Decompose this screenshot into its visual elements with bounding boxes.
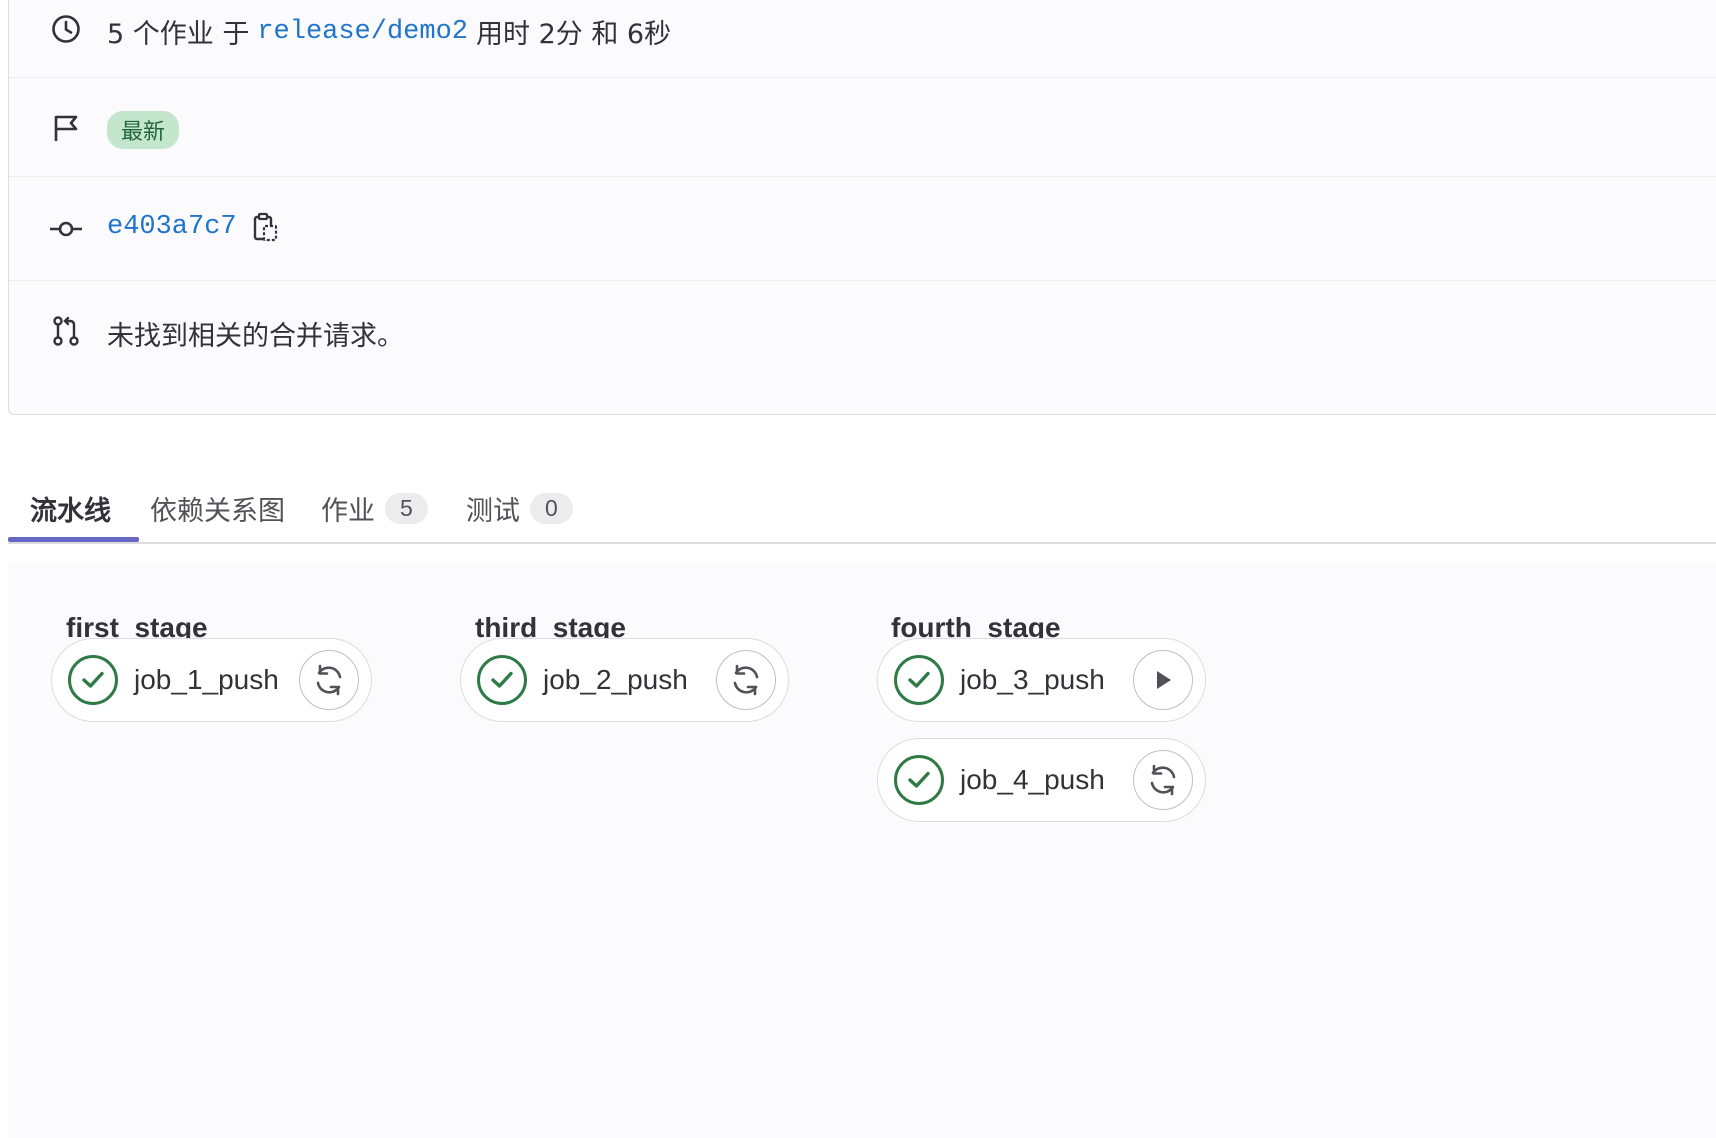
active-tab-indicator — [8, 537, 139, 542]
job-card[interactable]: job_2_push — [460, 638, 789, 722]
duration-prefix: 5 个作业 于 — [107, 19, 250, 50]
tab-pipeline-label: 流水线 — [30, 495, 111, 527]
commit-icon — [49, 212, 83, 246]
check-circle-icon — [894, 655, 944, 705]
merge-request-row: 未找到相关的合并请求。 — [9, 281, 1716, 381]
check-circle-icon — [68, 655, 118, 705]
retry-icon[interactable] — [1133, 750, 1193, 810]
tab-jobs-label: 作业 — [321, 495, 375, 527]
duration-row: 5 个作业 于 release/demo2 用时 2分 和 6秒 — [9, 0, 1716, 78]
job-name: job_3_push — [960, 664, 1105, 695]
job-name: job_1_push — [134, 664, 279, 695]
pipeline-graph: first_stage third_stage fourth_stage job… — [8, 562, 1716, 1138]
merge-request-icon — [49, 314, 83, 348]
tab-tests[interactable]: 测试 0 — [466, 478, 573, 538]
tab-jobs[interactable]: 作业 5 — [321, 478, 428, 538]
tab-pipeline[interactable]: 流水线 — [30, 478, 111, 538]
copy-to-clipboard-icon[interactable] — [253, 212, 279, 242]
tab-tests-label: 测试 — [466, 495, 520, 527]
latest-row: 最新 — [9, 78, 1716, 177]
job-name: job_2_push — [543, 664, 688, 695]
merge-request-text: 未找到相关的合并请求。 — [107, 321, 404, 352]
flag-icon — [49, 111, 83, 145]
tab-dag[interactable]: 依赖关系图 — [150, 478, 285, 538]
tab-jobs-count: 5 — [385, 492, 428, 524]
retry-icon[interactable] — [716, 650, 776, 710]
duration-suffix: 用时 2分 和 6秒 — [475, 19, 672, 50]
tab-dag-label: 依赖关系图 — [150, 495, 285, 527]
retry-icon[interactable] — [299, 650, 359, 710]
check-circle-icon — [894, 755, 944, 805]
job-card[interactable]: job_3_push — [877, 638, 1206, 722]
play-icon[interactable] — [1133, 650, 1193, 710]
pipeline-tabs: 流水线 依赖关系图 作业 5 测试 0 — [8, 420, 1716, 544]
job-card[interactable]: job_1_push — [51, 638, 372, 722]
job-card[interactable]: job_4_push — [877, 738, 1206, 822]
commit-sha-link[interactable]: e403a7c7 — [107, 212, 237, 242]
check-circle-icon — [477, 655, 527, 705]
clock-icon — [49, 12, 83, 46]
pipeline-info-panel: 5 个作业 于 release/demo2 用时 2分 和 6秒 最新 e403… — [8, 0, 1716, 415]
job-name: job_4_push — [960, 764, 1105, 795]
tab-tests-count: 0 — [530, 492, 573, 524]
latest-badge: 最新 — [107, 111, 180, 149]
commit-row: e403a7c7 — [9, 177, 1716, 281]
branch-link[interactable]: release/demo2 — [257, 17, 468, 47]
